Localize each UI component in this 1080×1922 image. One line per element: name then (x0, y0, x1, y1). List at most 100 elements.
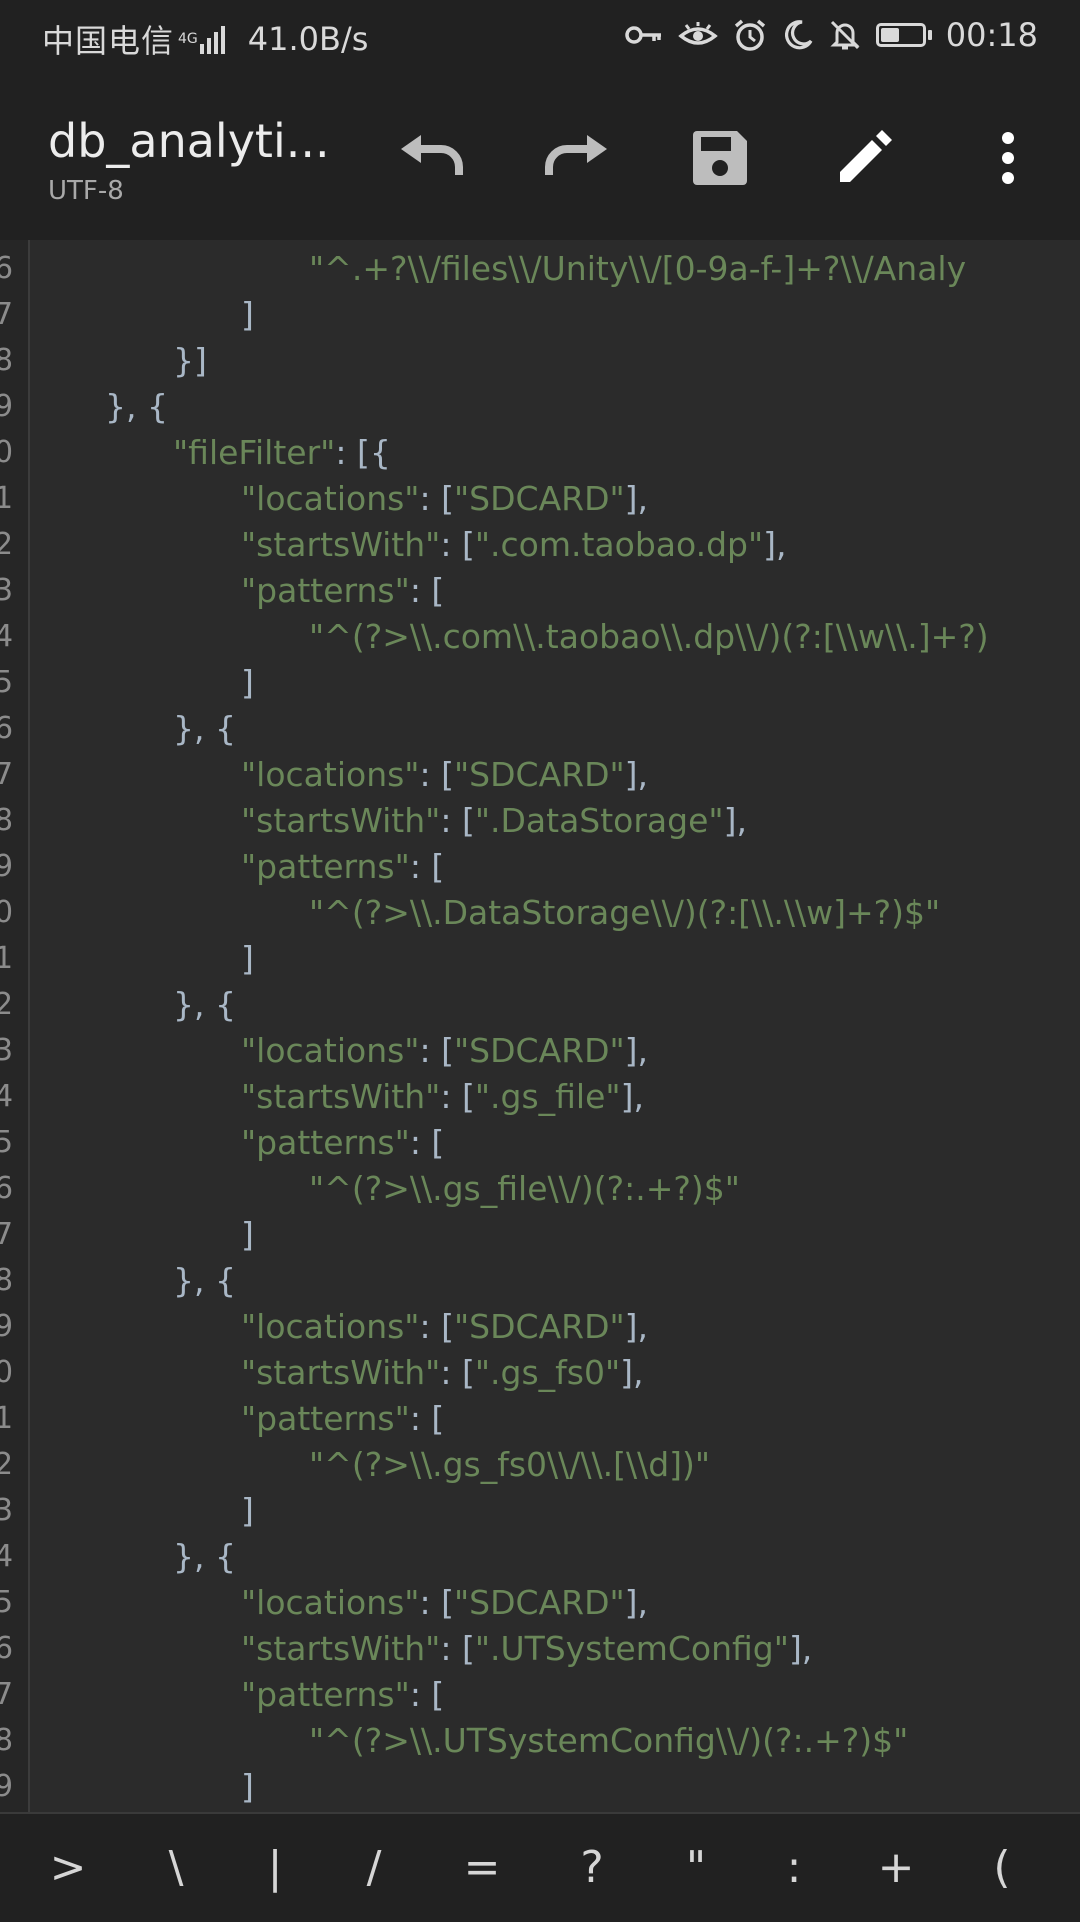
symbol-keybar: > \ | / =? ": +( (0, 1812, 1080, 1922)
code-line: 9}, { (0, 384, 1080, 430)
code-line: 1 "patterns": [ (0, 1396, 1080, 1442)
line-number: 4 (0, 1079, 14, 1114)
code-line: 2}, { (0, 982, 1080, 1028)
symbol-key[interactable]: > (14, 1814, 122, 1922)
symbol-key[interactable]: " (642, 1814, 750, 1922)
line-number: 1 (0, 1401, 14, 1436)
string-token: ".gs_fs0" (474, 1353, 621, 1392)
signal-icon (199, 24, 228, 54)
punctuation-token: : [ (440, 525, 475, 564)
code-line: 5 "patterns": [ (0, 1120, 1080, 1166)
punctuation-token: : [{ (335, 433, 391, 472)
punctuation-token: ], (624, 479, 649, 518)
code-text: ] (241, 292, 254, 338)
symbol-key[interactable]: | (221, 1814, 329, 1922)
punctuation-token: : [ (419, 1031, 454, 1070)
line-number: 5 (0, 665, 14, 700)
punctuation-token: : [ (419, 479, 454, 518)
code-text: }, { (173, 1534, 236, 1580)
symbol-key[interactable]: \ (122, 1814, 230, 1922)
string-token: "^(?>\\.gs_file\\/)(?:.+?)$" (309, 1169, 740, 1208)
symbol-key[interactable]: ( (948, 1814, 1056, 1922)
punctuation-token: : [ (440, 1077, 475, 1116)
alarm-icon (734, 19, 765, 51)
code-line: 8}] (0, 338, 1080, 384)
punctuation-token: }, { (173, 709, 236, 748)
code-line: 9 "locations": ["SDCARD"], (0, 1304, 1080, 1350)
code-line: 9] (0, 1764, 1080, 1810)
redo-button[interactable] (534, 116, 618, 200)
code-line: 6 "startsWith": [".UTSystemConfig"], (0, 1626, 1080, 1672)
code-line: 8 "startsWith": [".DataStorage"], (0, 798, 1080, 844)
string-token: "fileFilter" (173, 433, 336, 472)
code-text: }, { (105, 384, 168, 430)
edit-button[interactable] (822, 116, 906, 200)
code-line: 7 "locations": ["SDCARD"], (0, 752, 1080, 798)
code-text: "startsWith": [".DataStorage"], (241, 798, 747, 844)
code-text: "^(?>\\.gs_file\\/)(?:.+?)$" (309, 1166, 740, 1212)
punctuation-token: }] (173, 341, 207, 380)
string-token: "locations" (241, 479, 420, 518)
symbol-key[interactable]: / (320, 1814, 428, 1922)
app-toolbar: db_analyti... UTF-8 (0, 76, 1080, 240)
string-token: "locations" (241, 1031, 420, 1070)
line-number: 4 (0, 619, 14, 654)
more-options-button[interactable] (966, 116, 1050, 200)
code-line: 0 "fileFilter": [{ (0, 430, 1080, 476)
string-token: ".gs_file" (474, 1077, 621, 1116)
save-icon (693, 131, 747, 185)
punctuation-token: ], (723, 801, 747, 840)
code-text: "locations": ["SDCARD"], (241, 752, 648, 798)
line-number: 8 (0, 803, 14, 838)
code-line: 1 "locations": ["SDCARD"], (0, 476, 1080, 522)
symbol-key[interactable]: : (740, 1814, 848, 1922)
punctuation-token: ] (241, 295, 254, 334)
punctuation-token: ] (241, 1767, 254, 1806)
network-type: 4G (178, 31, 198, 47)
code-line: 4 "^(?>\\.com\\.taobao\\.dp\\/)(?:[\\w\\.… (0, 614, 1080, 660)
string-token: "startsWith" (241, 525, 441, 564)
punctuation-token: }, { (105, 387, 168, 426)
string-token: "^.+?\\/files\\/Unity\\/[0-9a-f-]+?\\/An… (309, 249, 967, 288)
line-number: 7 (0, 1217, 14, 1252)
line-number: 0 (0, 1355, 14, 1390)
symbol-key[interactable]: = (428, 1814, 536, 1922)
line-number: 2 (0, 987, 14, 1022)
code-text: ] (241, 936, 254, 982)
code-text: "locations": ["SDCARD"], (241, 1580, 648, 1626)
code-text: }] (173, 338, 207, 384)
code-line: 5 "locations": ["SDCARD"], (0, 1580, 1080, 1626)
file-title[interactable]: db_analyti... (48, 114, 330, 168)
code-text: "^(?>\\.UTSystemConfig\\/)(?:.+?)$" (309, 1718, 908, 1764)
punctuation-token: ] (241, 663, 254, 702)
line-number: 2 (0, 1447, 14, 1482)
code-editor[interactable]: 6 "^.+?\\/files\\/Unity\\/[0-9a-f-]+?\\/A… (0, 240, 1080, 1812)
line-number: 5 (0, 1125, 14, 1160)
line-number: 6 (0, 251, 14, 286)
line-number: 6 (0, 1631, 14, 1666)
status-bar-right: 00:18 (610, 16, 1038, 54)
code-text: "^(?>\\.com\\.taobao\\.dp\\/)(?:[\\w\\.]… (309, 614, 989, 660)
code-text: "patterns": [ (241, 844, 444, 890)
symbol-key[interactable]: ? (538, 1814, 646, 1922)
punctuation-token: ] (241, 1215, 254, 1254)
string-token: "patterns" (241, 571, 410, 610)
code-text: "fileFilter": [{ (173, 430, 391, 476)
line-number: 0 (0, 435, 14, 470)
undo-icon (401, 135, 463, 175)
code-text: }, { (173, 1258, 236, 1304)
code-text: ] (241, 1488, 254, 1534)
code-text: "locations": ["SDCARD"], (241, 1304, 648, 1350)
string-token: "patterns" (241, 1675, 410, 1714)
symbol-key[interactable]: + (842, 1814, 950, 1922)
code-text: "locations": ["SDCARD"], (241, 476, 648, 522)
line-number: 3 (0, 1033, 14, 1068)
string-token: "^(?>\\.DataStorage\\/)(?:[\\.\\w]+?)$" (309, 893, 941, 932)
save-button[interactable] (678, 116, 762, 200)
undo-button[interactable] (390, 116, 474, 200)
code-line: 7] (0, 292, 1080, 338)
string-token: "SDCARD" (453, 479, 625, 518)
status-bar-left: 中国电信 4G 41.0B/s (42, 16, 368, 62)
code-line: 0 "^(?>\\.DataStorage\\/)(?:[\\.\\w]+?)$" (0, 890, 1080, 936)
code-line: 6 "^(?>\\.gs_file\\/)(?:.+?)$" (0, 1166, 1080, 1212)
